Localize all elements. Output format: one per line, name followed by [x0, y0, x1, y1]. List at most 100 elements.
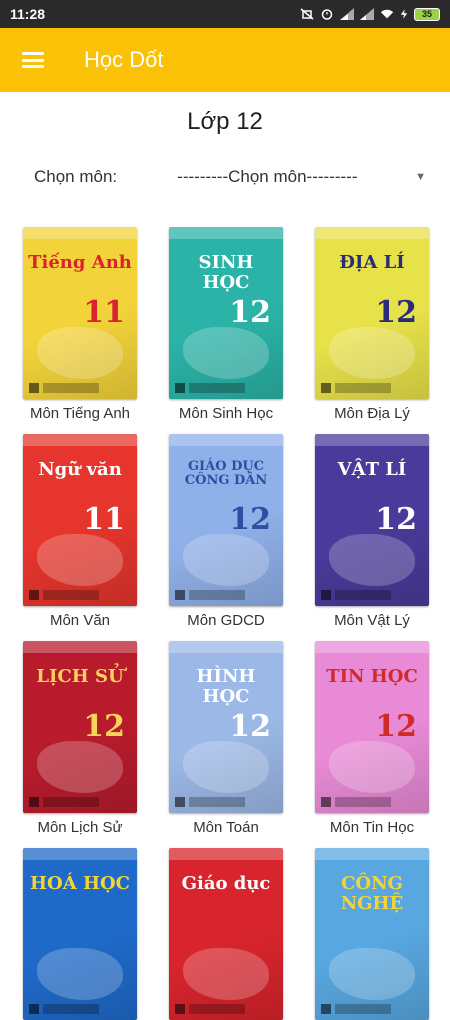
- book-cover-grade: 12: [375, 295, 417, 330]
- book-label[interactable]: Môn Vật Lý: [302, 612, 442, 629]
- book-cover-title: VẬT LÍ: [337, 459, 407, 480]
- book-cover-title: HOÁ HỌC: [30, 873, 130, 894]
- cover-illustration: [37, 948, 123, 1000]
- dropdown-arrow-icon: ▼: [415, 171, 426, 183]
- book-cover-image[interactable]: VẬT LÍ 12: [315, 434, 429, 606]
- book-cover-title: HÌNH HỌC: [196, 666, 256, 707]
- cover-illustration: [183, 534, 269, 586]
- book-label[interactable]: Môn Địa Lý: [302, 405, 442, 422]
- book-cover-image[interactable]: Ngữ văn 11: [23, 434, 137, 606]
- status-time: 11:28: [10, 6, 46, 22]
- book-label[interactable]: Môn GDCD: [156, 612, 296, 629]
- cover-header-band: [315, 848, 429, 860]
- publisher-logo: [321, 1004, 429, 1014]
- book-cover-image[interactable]: HÌNH HỌC 12: [169, 641, 283, 813]
- cover-header-band: [315, 227, 429, 239]
- book-label[interactable]: Môn Văn: [10, 612, 150, 629]
- cover-illustration: [183, 948, 269, 1000]
- cover-illustration: [329, 948, 415, 1000]
- cover-illustration: [329, 327, 415, 379]
- status-icons: 35: [300, 7, 440, 21]
- subject-dropdown-value: ---------Chọn môn---------: [177, 167, 358, 186]
- book-item[interactable]: TIN HỌC 12 Môn Tin Học: [313, 641, 431, 836]
- cover-illustration: [183, 741, 269, 793]
- book-cover-title: Tiếng Anh: [28, 252, 132, 273]
- book-item[interactable]: SINH HỌC 12 Môn Sinh Học: [167, 227, 285, 422]
- cover-illustration: [329, 534, 415, 586]
- book-label[interactable]: Môn Tiếng Anh: [10, 405, 150, 422]
- book-item[interactable]: Ngữ văn 11 Môn Văn: [21, 434, 139, 629]
- book-cover-image[interactable]: GIÁO DỤC CÔNG DÂN 12: [169, 434, 283, 606]
- book-label[interactable]: Môn Tin Học: [302, 819, 442, 836]
- cover-header-band: [23, 641, 137, 653]
- book-cover-title: Ngữ văn: [38, 459, 122, 480]
- cover-illustration: [37, 741, 123, 793]
- hamburger-menu-icon[interactable]: [22, 52, 44, 68]
- publisher-logo: [29, 590, 137, 600]
- publisher-logo: [29, 383, 137, 393]
- cover-illustration: [37, 327, 123, 379]
- book-item[interactable]: HOÁ HỌC: [21, 848, 139, 1020]
- battery-icon: 35: [414, 7, 440, 21]
- cover-header-band: [315, 641, 429, 653]
- publisher-logo: [321, 590, 429, 600]
- cover-header-band: [169, 848, 283, 860]
- book-cover-title: ĐỊA LÍ: [339, 252, 405, 273]
- subject-dropdown[interactable]: ---------Chọn môn--------- ▼: [177, 167, 426, 187]
- book-cover-grade: 12: [229, 502, 271, 537]
- book-cover-image[interactable]: Tiếng Anh 11: [23, 227, 137, 399]
- publisher-logo: [175, 797, 283, 807]
- book-item[interactable]: HÌNH HỌC 12 Môn Toán: [167, 641, 285, 836]
- book-cover-grade: 11: [83, 295, 125, 330]
- book-item[interactable]: ĐỊA LÍ 12 Môn Địa Lý: [313, 227, 431, 422]
- book-cover-grade: 12: [229, 709, 271, 744]
- book-item[interactable]: Tiếng Anh 11 Môn Tiếng Anh: [21, 227, 139, 422]
- book-item[interactable]: Giáo dục: [167, 848, 285, 1020]
- wifi-icon: [380, 9, 394, 19]
- book-item[interactable]: CÔNG NGHỆ: [313, 848, 431, 1020]
- cover-illustration: [183, 327, 269, 379]
- book-cover-image[interactable]: TIN HỌC 12: [315, 641, 429, 813]
- subject-filter-label: Chọn môn:: [34, 167, 118, 186]
- page-title: Lớp 12: [187, 108, 263, 135]
- app-title: Học Dốt: [84, 47, 164, 72]
- book-cover-title: LỊCH SỬ: [36, 666, 124, 687]
- book-label[interactable]: Môn Lịch Sử: [10, 819, 150, 836]
- publisher-logo: [321, 383, 429, 393]
- publisher-logo: [175, 590, 283, 600]
- book-cover-title: CÔNG NGHỆ: [340, 873, 404, 914]
- book-cover-image[interactable]: Giáo dục: [169, 848, 283, 1020]
- signal-icon: [340, 8, 354, 20]
- book-cover-grade: 12: [229, 295, 271, 330]
- book-cover-title: SINH HỌC: [198, 252, 254, 293]
- cover-header-band: [315, 434, 429, 446]
- cover-header-band: [169, 227, 283, 239]
- publisher-logo: [321, 797, 429, 807]
- cover-header-band: [169, 434, 283, 446]
- mute-icon: [300, 8, 314, 20]
- book-cover-image[interactable]: SINH HỌC 12: [169, 227, 283, 399]
- book-item[interactable]: VẬT LÍ 12 Môn Vật Lý: [313, 434, 431, 629]
- book-cover-image[interactable]: CÔNG NGHỆ: [315, 848, 429, 1020]
- book-cover-grade: 12: [375, 502, 417, 537]
- cover-header-band: [169, 641, 283, 653]
- signal-2-icon: [360, 8, 374, 20]
- publisher-logo: [175, 383, 283, 393]
- book-cover-title: TIN HỌC: [326, 666, 418, 687]
- app-bar: Học Dốt: [0, 28, 450, 92]
- book-label[interactable]: Môn Toán: [156, 819, 296, 836]
- book-cover-image[interactable]: HOÁ HỌC: [23, 848, 137, 1020]
- book-cover-grade: 12: [375, 709, 417, 744]
- book-item[interactable]: GIÁO DỤC CÔNG DÂN 12 Môn GDCD: [167, 434, 285, 629]
- book-cover-title: GIÁO DỤC CÔNG DÂN: [184, 459, 268, 489]
- cover-header-band: [23, 848, 137, 860]
- book-cover-grade: 11: [83, 502, 125, 537]
- book-cover-grade: 12: [83, 709, 125, 744]
- book-item[interactable]: LỊCH SỬ 12 Môn Lịch Sử: [21, 641, 139, 836]
- cover-header-band: [23, 227, 137, 239]
- book-cover-image[interactable]: ĐỊA LÍ 12: [315, 227, 429, 399]
- charging-icon: [400, 9, 408, 19]
- book-label[interactable]: Môn Sinh Học: [156, 405, 296, 422]
- publisher-logo: [29, 797, 137, 807]
- book-cover-image[interactable]: LỊCH SỬ 12: [23, 641, 137, 813]
